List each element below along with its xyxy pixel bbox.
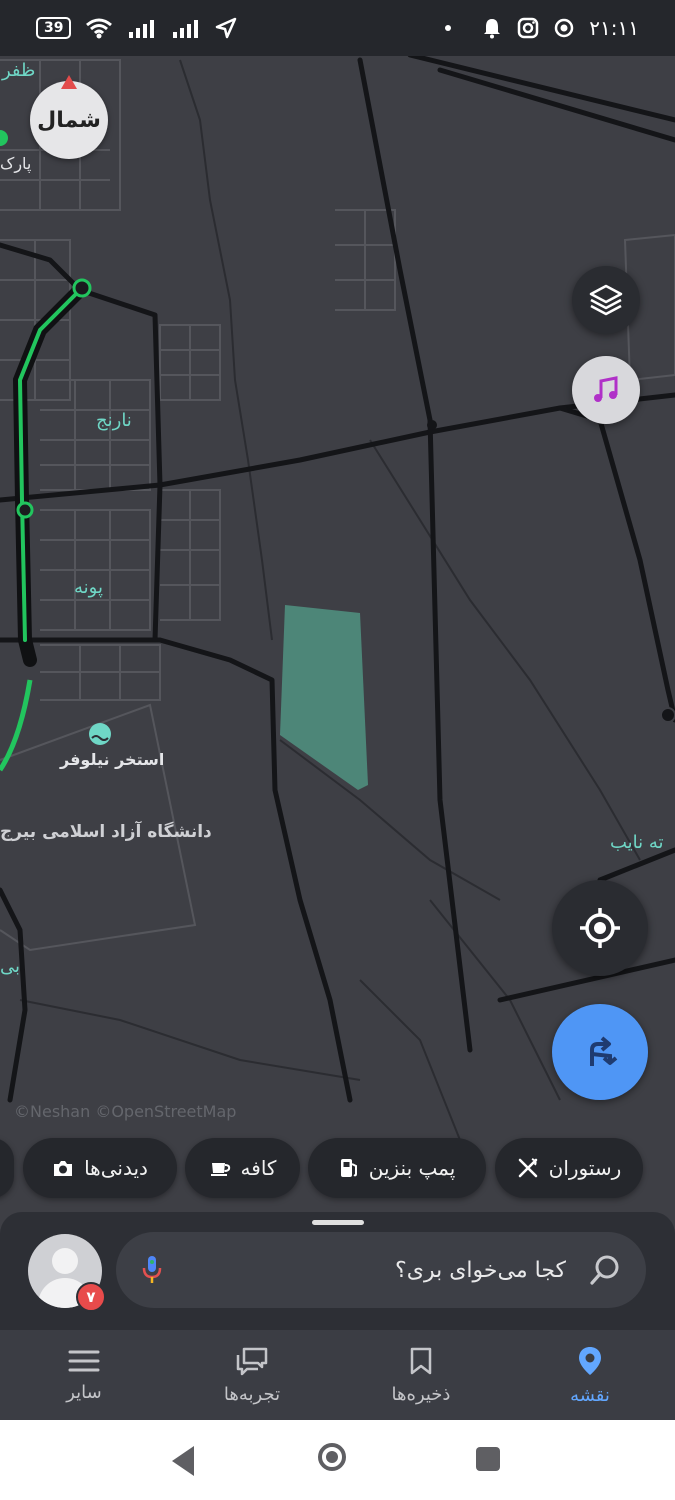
nav-item-experiences[interactable]: تجربه‌ها — [168, 1330, 336, 1420]
recents-icon[interactable] — [476, 1447, 500, 1471]
mic-button[interactable] — [140, 1254, 164, 1286]
system-navigation-bar — [0, 1420, 675, 1500]
my-location-button[interactable] — [552, 880, 648, 976]
menu-icon — [68, 1350, 100, 1371]
chip-label: رستوران — [548, 1156, 622, 1180]
map-label-puneh: پونه — [74, 577, 103, 598]
chat-bubbles-icon — [236, 1347, 268, 1375]
map-label-naib: ته نایب — [610, 832, 664, 853]
nav-label: سایر — [66, 1381, 102, 1403]
fork-knife-icon — [518, 1158, 537, 1178]
signal-icon — [173, 20, 199, 38]
coffee-cup-icon — [210, 1163, 230, 1176]
chip-label: دیدنی‌ها — [84, 1156, 148, 1180]
bottom-sheet[interactable]: ۷ کجا می‌خوای بری؟ — [0, 1212, 675, 1332]
compass-label: شمال — [37, 107, 101, 133]
clock: ۲۱:۱۱ — [589, 16, 639, 40]
chip-cafe[interactable]: کافه — [185, 1138, 300, 1198]
nav-item-map[interactable]: نقشه — [506, 1330, 674, 1420]
music-note-icon — [594, 376, 618, 402]
map-label-narenj: نارنج — [96, 410, 132, 431]
map-label-zafar: ظفر — [2, 60, 36, 81]
layers-icon — [589, 284, 623, 316]
category-chips: دیدنی‌ها کافه پمپ بنزین رستوران — [0, 1138, 675, 1198]
back-icon[interactable] — [172, 1446, 194, 1476]
status-bar: 39 ۲۱:۱۱ — [0, 0, 675, 56]
nav-item-saved[interactable]: ذخیره‌ها — [337, 1330, 505, 1420]
layers-button[interactable] — [572, 266, 640, 334]
search-icon — [590, 1255, 619, 1285]
search-placeholder: کجا می‌خوای بری؟ — [395, 1257, 566, 1283]
notification-badge: ۷ — [76, 1282, 106, 1312]
map-label-pool: استخر نیلوفر — [60, 750, 165, 769]
search-bar[interactable]: کجا می‌خوای بری؟ — [116, 1232, 646, 1308]
camera-icon — [54, 1161, 73, 1176]
nav-label: ذخیره‌ها — [391, 1383, 451, 1405]
chip-overflow[interactable] — [0, 1138, 14, 1198]
map-attribution: ©Neshan ©OpenStreetMap — [14, 1102, 237, 1121]
battery-indicator: 39 — [36, 17, 72, 39]
directions-icon — [590, 1036, 618, 1066]
bell-icon — [484, 19, 501, 39]
nav-label: تجربه‌ها — [223, 1383, 281, 1405]
microphone-icon — [142, 1256, 162, 1283]
home-icon[interactable] — [318, 1443, 346, 1471]
signal-icon — [129, 20, 155, 38]
chip-label: پمپ بنزین — [368, 1156, 456, 1180]
bookmark-icon — [410, 1347, 432, 1374]
wifi-icon — [86, 18, 113, 39]
map-label-edge: بی — [0, 956, 21, 977]
nav-label: نقشه — [570, 1384, 610, 1406]
chip-label: کافه — [240, 1156, 277, 1180]
vpn-icon — [555, 18, 574, 38]
chip-sights[interactable]: دیدنی‌ها — [23, 1138, 177, 1198]
directions-button[interactable] — [552, 1004, 648, 1100]
map-label-park: پارک — [0, 154, 32, 173]
nav-item-more[interactable]: سایر — [0, 1330, 168, 1420]
sheet-drag-handle[interactable] — [312, 1220, 364, 1225]
bottom-navigation: سایر تجربه‌ها ذخیره‌ها نقشه — [0, 1330, 675, 1420]
music-button[interactable] — [572, 356, 640, 424]
status-right: ۲۱:۱۱ — [445, 16, 639, 40]
compass-needle-icon — [61, 75, 77, 89]
location-arrow-icon — [216, 17, 237, 39]
fuel-pump-icon — [340, 1159, 357, 1177]
notification-dot-icon — [445, 25, 452, 31]
instagram-icon — [518, 17, 539, 39]
status-left: 39 — [36, 17, 237, 39]
chip-gas-station[interactable]: پمپ بنزین — [308, 1138, 486, 1198]
map-label-university: دانشگاه آزاد اسلامی بیرج — [0, 822, 212, 842]
avatar-head — [52, 1248, 78, 1274]
compass-button[interactable]: شمال — [30, 75, 108, 159]
chip-restaurant[interactable]: رستوران — [495, 1138, 643, 1198]
map-pin-icon — [579, 1346, 601, 1375]
crosshair-icon — [580, 908, 620, 948]
